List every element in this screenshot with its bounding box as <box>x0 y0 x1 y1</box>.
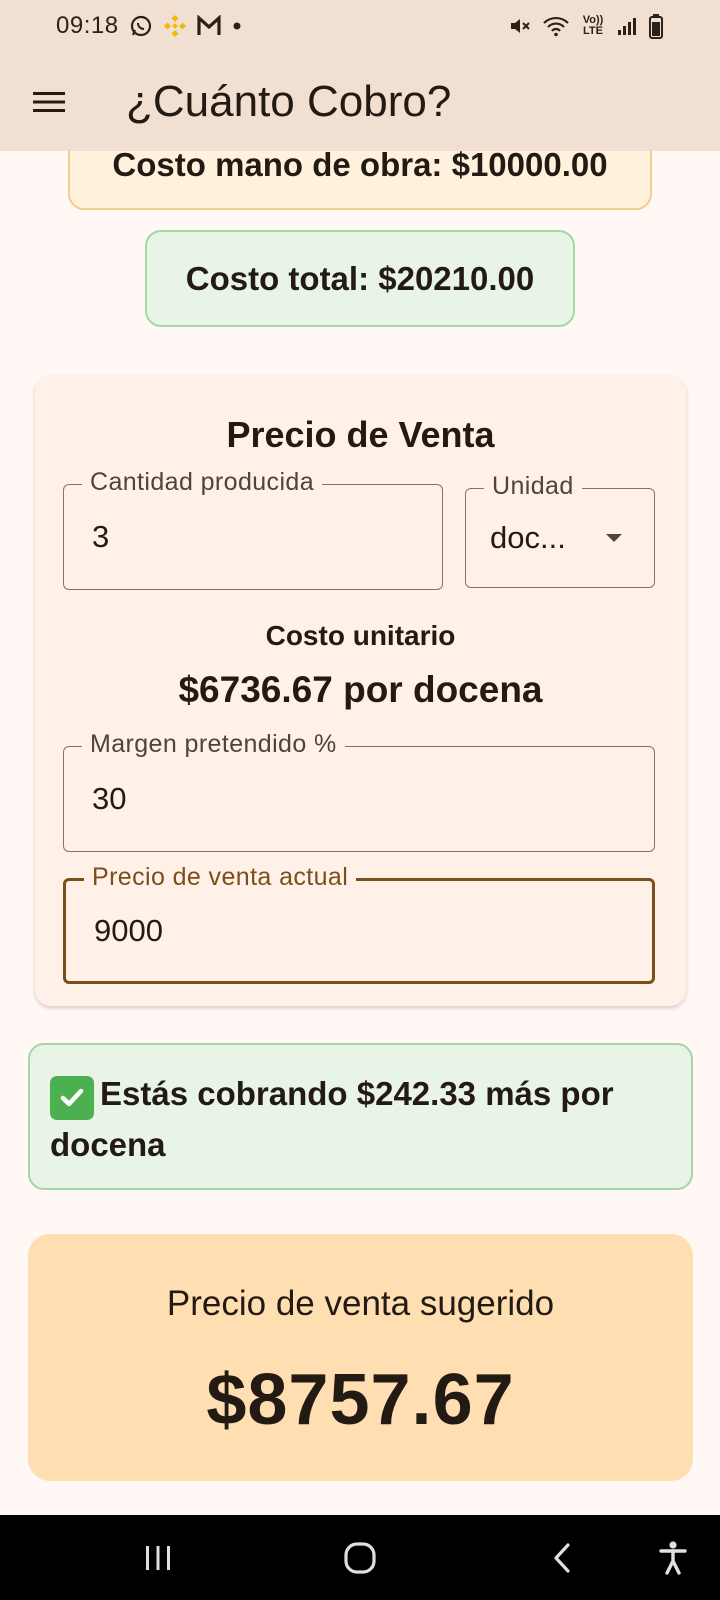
status-left: 09:18 <box>56 12 243 40</box>
status-time: 09:18 <box>56 12 119 39</box>
labor-cost-card: Costo mano de obra: $10000.00 <box>68 151 652 210</box>
suggested-price-card: Precio de venta sugerido $8757.67 <box>28 1234 693 1481</box>
recents-button[interactable] <box>118 1515 198 1600</box>
total-cost-text: Costo total: $20210.00 <box>185 259 535 297</box>
back-button[interactable] <box>522 1515 602 1600</box>
sale-price-card: Precio de Venta Cantidad producida 3 Uni… <box>35 376 686 1006</box>
suggested-price-value: $8757.67 <box>206 1360 515 1440</box>
quantity-label: Cantidad producida <box>82 468 323 497</box>
hamburger-menu-icon <box>33 91 65 112</box>
current-price-value: 9000 <box>94 913 163 948</box>
mute-icon <box>508 14 532 38</box>
scroll-content[interactable]: Costo mano de obra: $10000.00 Costo tota… <box>0 151 720 1515</box>
gmail-icon <box>196 15 221 37</box>
app-title: ¿Cuánto Cobro? <box>126 76 452 126</box>
check-mark-icon <box>50 1076 94 1120</box>
home-icon <box>344 1541 376 1574</box>
binance-icon <box>163 14 187 38</box>
margin-value: 30 <box>92 781 127 816</box>
unit-cost-value: $6736.67 por docena <box>178 669 543 710</box>
chevron-down-icon <box>606 534 622 542</box>
app-bar: ¿Cuánto Cobro? <box>0 52 720 151</box>
dot-icon <box>231 20 243 32</box>
quantity-field[interactable]: Cantidad producida 3 <box>63 468 443 590</box>
margin-field[interactable]: Margen pretendido % 30 <box>63 730 655 852</box>
unit-dropdown[interactable]: Unidad doc... <box>465 472 655 588</box>
quantity-value: 3 <box>92 519 110 554</box>
accessibility-icon <box>659 1540 687 1575</box>
back-icon <box>554 1542 570 1573</box>
wifi-icon <box>542 14 570 38</box>
result-message-text: Estás cobrando $242.33 más por docena <box>50 1075 614 1163</box>
unit-value: doc... <box>490 520 566 555</box>
battery-icon <box>648 13 664 39</box>
labor-cost-text: Costo mano de obra: $10000.00 <box>112 151 608 183</box>
signal-icon <box>616 15 638 37</box>
recents-icon <box>146 1545 170 1570</box>
whatsapp-icon <box>129 14 153 38</box>
status-right: Vo)) LTE <box>508 13 664 39</box>
accessibility-button[interactable] <box>633 1515 713 1600</box>
menu-button[interactable] <box>24 77 74 127</box>
system-nav-bar <box>0 1515 720 1600</box>
total-cost-card: Costo total: $20210.00 <box>145 230 575 327</box>
sale-price-title: Precio de Venta <box>226 414 495 455</box>
suggested-price-label: Precio de venta sugerido <box>166 1284 555 1323</box>
unit-cost-label: Costo unitario <box>265 620 456 651</box>
status-bar: 09:18 Vo)) LTE <box>0 0 720 52</box>
current-price-field[interactable]: Precio de venta actual 9000 <box>63 863 655 984</box>
volte-icon: Vo)) LTE <box>580 15 606 37</box>
home-button[interactable] <box>320 1515 400 1600</box>
result-message-card: Estás cobrando $242.33 más por docena <box>28 1043 693 1190</box>
volte-text: Vo)) LTE <box>582 14 604 37</box>
